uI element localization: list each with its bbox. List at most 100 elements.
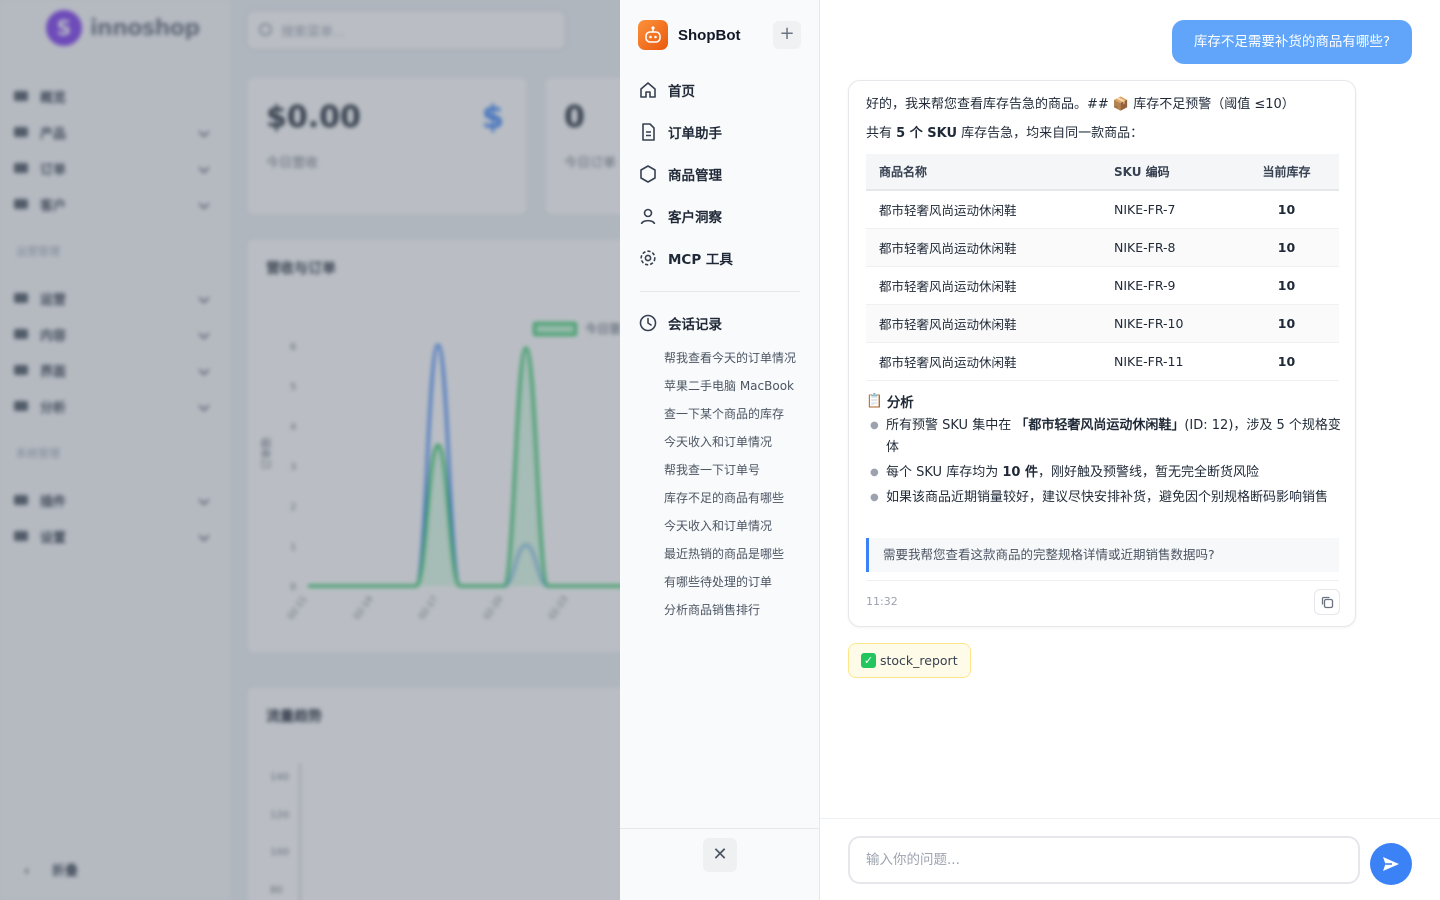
table-header: 商品名称 [866,154,1101,191]
table-header: SKU 编码 [1101,154,1234,191]
home-icon [640,82,656,98]
table-cell: NIKE-FR-9 [1101,266,1234,305]
table-cell: 都市轻奢风尚运动休闲鞋 [866,304,1101,343]
robot-icon [638,20,668,50]
table-cell: NIKE-FR-11 [1101,342,1234,381]
table-cell: 都市轻奢风尚运动休闲鞋 [866,190,1101,229]
table-row: 都市轻奢风尚运动休闲鞋 NIKE-FR-9 10 [866,266,1339,305]
history-item[interactable]: 今天收入和订单情况 [664,512,804,540]
table-cell: 10 [1234,342,1339,381]
table-cell: 10 [1234,266,1339,305]
bullet-text-part: 所有预警 SKU 集中在 [886,418,1016,433]
message-timestamp: 11:32 [866,595,898,608]
chat-input-bar [820,818,1440,900]
user-message: 库存不足需要补货的商品有哪些? [1171,20,1412,64]
table-cell: NIKE-FR-7 [1101,190,1234,229]
table-row: 都市轻奢风尚运动休闲鞋 NIKE-FR-8 10 [866,228,1339,267]
bullet-bold: 10 件 [1002,465,1038,480]
clock-icon [639,314,657,332]
bullet-dot-icon: ● [870,467,879,478]
bot-summary: 共有 5 个 SKU 库存告急，均来自同一款商品： [866,122,1143,141]
history-item[interactable]: 分析商品销售排行 [664,596,804,624]
summary-bold: 5 个 SKU [896,126,958,141]
table-cell: 都市轻奢风尚运动休闲鞋 [866,228,1101,267]
bullet-text: 每个 SKU 库存均为 10 件，刚好触及预警线，暂无完全断货风险 [886,462,1259,484]
nav-label: 客户洞察 [668,210,722,226]
gear-icon [640,250,656,266]
history-item[interactable]: 帮我查看今天的订单情况 [664,344,804,372]
shopbot-panel: ShopBot + 首页 订单助手 商品管理 客户洞察 MCP 工具 会话记录 … [620,0,1440,900]
tool-call-badge[interactable]: ✓ stock_report [848,643,971,678]
table-header-row: 商品名称 SKU 编码 当前库存 [866,154,1339,191]
history-title: 会话记录 [638,313,722,333]
message-divider [866,580,1339,581]
box-icon [640,165,656,183]
chat-area: 库存不足需要补货的商品有哪些? 好的，我来帮您查看库存告急的商品。## 📦 库存… [820,0,1440,900]
nav-item-mcp-tools[interactable]: MCP 工具 [638,237,802,279]
shopbot-sidebar: ShopBot + 首页 订单助手 商品管理 客户洞察 MCP 工具 会话记录 … [620,0,820,900]
analysis-title: 分析 [886,395,914,411]
table-header: 当前库存 [1234,154,1339,191]
user-icon [640,208,656,225]
bullet-dot-icon: ● [870,492,879,503]
history-item[interactable]: 帮我查一下订单号 [664,456,804,484]
table-cell: NIKE-FR-10 [1101,304,1234,343]
tool-name: stock_report [880,653,958,668]
nav-label: MCP 工具 [668,252,733,268]
send-icon [1383,857,1399,871]
check-icon: ✓ [861,653,876,668]
follow-up-quote: 需要我帮您查看这款商品的完整规格详情或近期销售数据吗? [866,538,1339,572]
stock-table: 商品名称 SKU 编码 当前库存 都市轻奢风尚运动休闲鞋 NIKE-FR-7 1… [866,154,1339,381]
history-item[interactable]: 苹果二手电脑 MacBook [664,372,804,400]
shopbot-brand: ShopBot [638,20,740,50]
bot-message: 好的，我来帮您查看库存告急的商品。## 📦 库存不足预警（阈值 ≤10） 共有 … [848,80,1356,627]
summary-text: 共有 [866,126,897,141]
history-list: 帮我查看今天的订单情况 苹果二手电脑 MacBook 查一下某个商品的库存 今天… [664,344,804,624]
clipboard-icon: 📋 [866,393,883,409]
copy-icon [1321,596,1334,609]
nav-item-customers[interactable]: 客户洞察 [638,195,802,237]
table-cell: 都市轻奢风尚运动休闲鞋 [866,342,1101,381]
list-item: ● 所有预警 SKU 集中在 「都市轻奢风尚运动休闲鞋」(ID: 12)，涉及 5… [866,415,1341,459]
table-row: 都市轻奢风尚运动休闲鞋 NIKE-FR-10 10 [866,304,1339,343]
table-cell: 都市轻奢风尚运动休闲鞋 [866,266,1101,305]
table-cell: 10 [1234,190,1339,229]
nav-label: 首页 [668,84,695,100]
document-icon [642,123,655,141]
nav-item-orders[interactable]: 订单助手 [638,111,802,153]
history-item[interactable]: 库存不足的商品有哪些 [664,484,804,512]
bullet-bold: 「都市轻奢风尚运动休闲鞋」 [1015,418,1185,433]
history-item[interactable]: 查一下某个商品的库存 [664,400,804,428]
bot-intro: 好的，我来帮您查看库存告急的商品。## 📦 库存不足预警（阈值 ≤10） [866,97,1295,112]
bullet-text: 如果该商品近期销量较好，建议尽快安排补货，避免因个别规格断码影响销售 [886,490,1329,505]
history-item[interactable]: 今天收入和订单情况 [664,428,804,456]
nav-label: 订单助手 [668,126,722,142]
table-cell: 10 [1234,304,1339,343]
modal-overlay[interactable] [0,0,620,900]
list-item: ● 如果该商品近期销量较好，建议尽快安排补货，避免因个别规格断码影响销售 [866,487,1341,509]
nav-item-home[interactable]: 首页 [638,69,802,111]
history-title-label: 会话记录 [668,317,722,333]
table-cell: NIKE-FR-8 [1101,228,1234,267]
analysis-list: ● 所有预警 SKU 集中在 「都市轻奢风尚运动休闲鞋」(ID: 12)，涉及 5… [866,415,1341,512]
close-button[interactable]: ✕ [703,838,737,872]
sidebar-divider [640,291,800,292]
chat-input[interactable] [848,836,1360,884]
sidebar-footer: ✕ [620,828,820,900]
table-cell: 10 [1234,228,1339,267]
nav-label: 商品管理 [668,168,722,184]
bullet-dot-icon: ● [870,420,879,431]
copy-button[interactable] [1314,589,1340,615]
new-chat-button[interactable]: + [773,21,801,49]
history-item[interactable]: 最近热销的商品是哪些 [664,540,804,568]
table-row: 都市轻奢风尚运动休闲鞋 NIKE-FR-11 10 [866,342,1339,381]
analysis-heading: 📋 分析 [866,391,914,411]
brand-name: ShopBot [678,26,741,44]
summary-text: 库存告急，均来自同一款商品： [957,126,1144,141]
history-item[interactable]: 有哪些待处理的订单 [664,568,804,596]
nav-item-products[interactable]: 商品管理 [638,153,802,195]
table-row: 都市轻奢风尚运动休闲鞋 NIKE-FR-7 10 [866,190,1339,229]
background-admin: S innoshop 概览 产品 订单 客户 运营管理 运营 内容 界面 分析 … [0,0,620,900]
shopbot-nav: 首页 订单助手 商品管理 客户洞察 MCP 工具 [638,69,802,279]
send-button[interactable] [1370,843,1412,885]
